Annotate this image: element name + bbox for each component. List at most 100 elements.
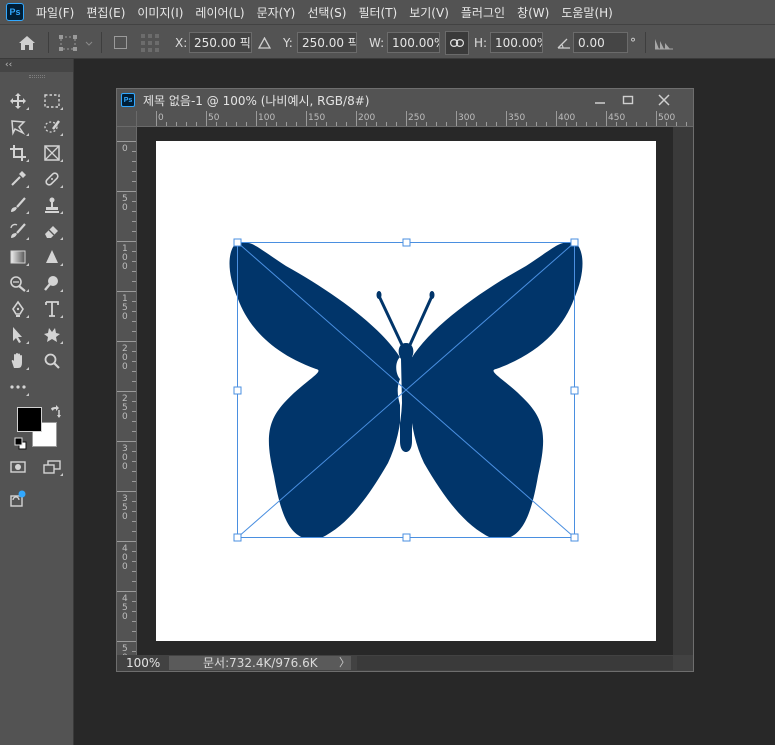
brush-tool-icon[interactable] — [5, 193, 31, 217]
transform-handle[interactable] — [402, 533, 411, 542]
blur-tool-icon[interactable] — [39, 245, 65, 269]
minimize-button[interactable] — [585, 89, 615, 111]
width-field[interactable]: 100.00% — [387, 32, 440, 53]
antenna-tip-left — [376, 291, 382, 299]
clone-stamp-tool-icon[interactable] — [39, 193, 65, 217]
menu-edit[interactable]: 편집(E) — [86, 4, 125, 21]
menu-type[interactable]: 문자(Y) — [257, 4, 296, 21]
transform-handle[interactable] — [570, 238, 579, 247]
home-icon[interactable] — [18, 25, 36, 60]
x-label: X: — [175, 35, 188, 50]
transform-handle[interactable] — [402, 238, 411, 247]
transform-handle[interactable] — [233, 238, 242, 247]
reference-point-icon[interactable] — [59, 25, 93, 60]
share-for-review-icon[interactable] — [5, 487, 31, 511]
eraser-tool-icon[interactable] — [39, 219, 65, 243]
butterfly-antennae — [377, 294, 434, 349]
default-colors-icon[interactable] — [14, 437, 27, 450]
close-button[interactable] — [649, 89, 679, 111]
ruler-h-label: 300 — [458, 113, 475, 123]
ruler-h-label: 250 — [408, 113, 425, 123]
height-label: H: — [474, 35, 488, 50]
menu-file[interactable]: 파일(F) — [36, 4, 74, 21]
zoom-tool-icon[interactable] — [39, 349, 65, 373]
zoom-level[interactable]: 100% — [117, 655, 165, 671]
swap-colors-icon[interactable] — [48, 405, 62, 419]
gradient-tool-icon[interactable] — [5, 245, 31, 269]
collapse-panel-button[interactable]: ‹‹ — [0, 59, 73, 72]
horizontal-ruler[interactable]: 0 50 100 150 200 250 300 350 400 450 500 — [137, 111, 693, 127]
path-selection-tool-icon[interactable] — [5, 323, 31, 347]
custom-shape-tool-icon[interactable] — [39, 323, 65, 347]
menu-filter[interactable]: 필터(T) — [358, 4, 397, 21]
ruler-h-label: 350 — [508, 113, 525, 123]
link-icon[interactable] — [445, 25, 469, 60]
reference-point-checkbox[interactable] — [114, 25, 127, 60]
menu-help[interactable]: 도움말(H) — [561, 4, 613, 21]
menu-select[interactable]: 선택(S) — [307, 4, 346, 21]
ruler-v-label: 450 — [122, 594, 128, 622]
move-tool-icon[interactable] — [5, 89, 31, 113]
rectangular-marquee-tool-icon[interactable] — [39, 89, 65, 113]
history-brush-tool-icon[interactable] — [5, 219, 31, 243]
burn-tool-icon[interactable] — [39, 271, 65, 295]
delta-icon[interactable] — [258, 25, 271, 60]
lasso-tool-icon[interactable] — [5, 115, 31, 139]
rotate-angle-field[interactable]: 0.00 — [573, 32, 628, 53]
document-title: 제목 없음-1 @ 100% (나비예시, RGB/8#) — [143, 93, 370, 108]
type-tool-icon[interactable] — [39, 297, 65, 321]
document-ps-icon: Ps — [121, 93, 135, 107]
rotate-angle-icon — [557, 25, 571, 60]
document-title-bar[interactable]: Ps 제목 없음-1 @ 100% (나비예시, RGB/8#) — [117, 89, 693, 111]
vertical-ruler[interactable]: 0 50 100 150 200 250 300 350 400 450 500 — [117, 127, 137, 655]
ruler-h-label: 0 — [158, 113, 164, 123]
panel-grip[interactable] — [0, 72, 73, 80]
transform-handle[interactable] — [233, 386, 242, 395]
menu-plugins[interactable]: 플러그인 — [461, 4, 505, 21]
horizontal-ruler-ticks: 0 50 100 150 200 250 300 350 400 450 500 — [156, 111, 687, 126]
menu-view[interactable]: 보기(V) — [409, 4, 449, 21]
crop-tool-icon[interactable] — [5, 141, 31, 165]
pen-tool-icon[interactable] — [5, 297, 31, 321]
transform-bounding-box[interactable] — [233, 238, 579, 542]
x-position-field[interactable]: 250.00 픽셀 — [189, 32, 252, 53]
skew-icon[interactable] — [654, 25, 674, 60]
eyedropper-tool-icon[interactable] — [5, 167, 31, 191]
ruler-h-label: 100 — [258, 113, 275, 123]
transform-handle[interactable] — [570, 533, 579, 542]
menu-window[interactable]: 창(W) — [517, 4, 549, 21]
ruler-h-label: 400 — [558, 113, 575, 123]
menu-image[interactable]: 이미지(I) — [137, 4, 183, 21]
foreground-color-swatch[interactable] — [17, 407, 42, 432]
quick-mask-icon[interactable] — [5, 455, 31, 479]
reference-grid-icon — [140, 25, 160, 60]
butterfly-illustration[interactable] — [156, 141, 656, 641]
height-field[interactable]: 100.00% — [490, 32, 543, 53]
ruler-h-label: 150 — [308, 113, 325, 123]
ruler-v-label: 350 — [122, 494, 128, 522]
vertical-scrollbar[interactable] — [673, 127, 693, 655]
transform-handle[interactable] — [233, 533, 242, 542]
dodge-tool-icon[interactable] — [5, 271, 31, 295]
artboard[interactable] — [156, 141, 656, 641]
edit-toolbar-icon[interactable] — [5, 375, 31, 399]
ruler-origin[interactable] — [117, 111, 137, 127]
spot-healing-brush-tool-icon[interactable] — [39, 167, 65, 191]
menu-layer[interactable]: 레이어(L) — [195, 4, 244, 21]
tool-panel: ‹‹ — [0, 59, 74, 745]
screen-mode-icon[interactable] — [39, 455, 65, 479]
ruler-h-label: 50 — [208, 113, 220, 123]
horizontal-scrollbar[interactable] — [357, 656, 673, 670]
ruler-v-label: 400 — [122, 544, 128, 572]
transform-handle[interactable] — [570, 386, 579, 395]
y-position-field[interactable]: 250.00 픽셀 — [297, 32, 357, 53]
canvas-area[interactable] — [137, 127, 673, 655]
hand-tool-icon[interactable] — [5, 349, 31, 373]
status-menu-arrow-icon[interactable]: 〉 — [339, 655, 350, 671]
document-size-text: 문서:732.4K/976.6K — [203, 656, 318, 670]
photoshop-logo-icon[interactable]: Ps — [6, 3, 24, 21]
quick-selection-tool-icon[interactable] — [39, 115, 65, 139]
maximize-button[interactable] — [613, 89, 643, 111]
frame-tool-icon[interactable] — [39, 141, 65, 165]
document-window: Ps 제목 없음-1 @ 100% (나비예시, RGB/8#) 0 50 100 1… — [116, 88, 694, 672]
